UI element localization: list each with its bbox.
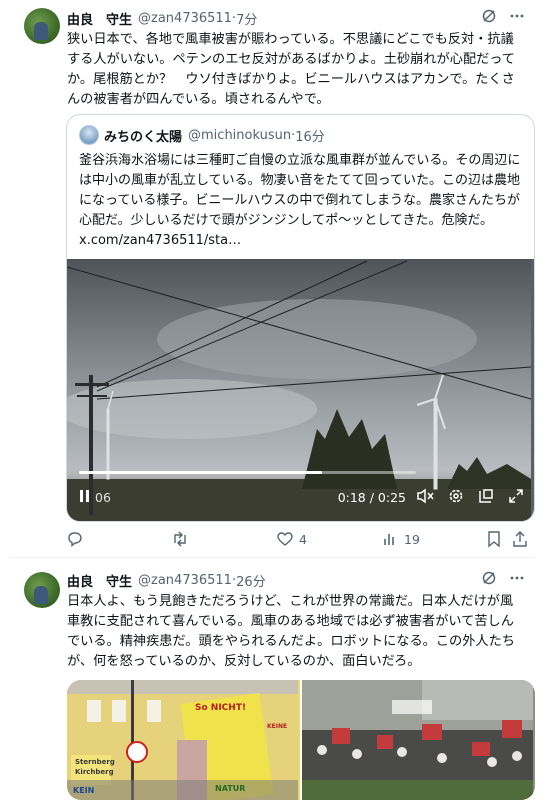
elapsed-time-fragment: 06 xyxy=(95,489,111,505)
post-text: 日本人よ、もう見飽きただろうけど、これが世界の常識だ。日本人だけが風車教に支配さ… xyxy=(67,594,515,669)
retweet-icon xyxy=(174,531,186,547)
fullscreen-icon[interactable] xyxy=(508,488,524,507)
more-icon[interactable] xyxy=(509,570,525,590)
photo-1-scene xyxy=(67,680,298,800)
retweet-button[interactable] xyxy=(171,530,194,548)
header-icons xyxy=(481,570,525,590)
views-button[interactable]: 19 xyxy=(381,530,420,548)
video-time: 0:18 / 0:25 xyxy=(337,489,406,505)
like-count: 4 xyxy=(299,531,307,547)
protest-photo-1[interactable]: So NICHT! NATUR KEIN KEINE Sternberg Kir… xyxy=(67,680,300,800)
post[interactable]: 由良 守生 @zan4736511 · 7分 狭い日本で、各地で風車被害が賑わっ… xyxy=(10,0,535,558)
quote-time: 16分 xyxy=(295,129,325,145)
post-text: 狭い日本で、各地で風車被害が賑わっている。不思議にどこでも反対・抗議する人がいな… xyxy=(67,32,515,107)
video-player[interactable]: 06 0:18 / 0:25 xyxy=(67,259,534,521)
bookmark-icon xyxy=(488,531,500,548)
author-handle[interactable]: @zan4736511 xyxy=(138,11,232,26)
picture-in-picture-icon[interactable] xyxy=(478,488,494,507)
author-avatar[interactable] xyxy=(24,8,60,44)
reply-button[interactable] xyxy=(66,530,89,548)
author-name[interactable]: 由良 守生 xyxy=(67,9,132,28)
quote-author-avatar xyxy=(79,125,99,145)
like-icon xyxy=(277,532,293,546)
post-header: 由良 守生 @zan4736511 · 7分 xyxy=(67,8,525,28)
settings-icon[interactable] xyxy=(448,488,464,507)
header-icons xyxy=(481,8,525,28)
sign-text: Kirchberg xyxy=(75,768,114,776)
grok-icon[interactable] xyxy=(481,8,497,28)
quoted-post[interactable]: みちのく太陽 @michinokusun · 16分 釜谷浜海水浴場には三種町ご… xyxy=(66,114,535,522)
reply-icon xyxy=(68,532,82,547)
mute-icon[interactable] xyxy=(416,488,434,507)
sign-text: NATUR xyxy=(215,784,246,793)
author-handle[interactable]: @zan4736511 xyxy=(138,573,232,588)
quote-author-name: みちのく太陽 xyxy=(104,129,183,145)
photo-2-scene xyxy=(302,680,533,800)
quote-text: 釜谷浜海水浴場には三種町ご自慢の立派な風車群が並んでいる。その周辺には中小の風車… xyxy=(79,153,521,248)
views-count: 19 xyxy=(404,531,420,547)
views-icon xyxy=(384,534,394,545)
video-progress-fill xyxy=(79,471,322,474)
sign-text: KEIN xyxy=(73,786,95,795)
sign-text: So NICHT! xyxy=(195,703,247,713)
more-icon[interactable] xyxy=(509,8,525,28)
action-bar: 4 19 xyxy=(66,528,531,550)
video-controls: 06 0:18 / 0:25 xyxy=(79,485,524,509)
sign-text: Sternberg xyxy=(75,758,115,766)
author-name[interactable]: 由良 守生 xyxy=(67,571,132,590)
bookmark-button[interactable] xyxy=(486,530,502,548)
video-frame xyxy=(67,259,531,521)
quote-header: みちのく太陽 @michinokusun · 16分 xyxy=(79,125,325,145)
share-icon xyxy=(513,531,527,547)
quote-author-handle: @michinokusun xyxy=(188,127,292,143)
author-avatar[interactable] xyxy=(24,572,60,608)
grok-icon[interactable] xyxy=(481,570,497,590)
video-control-icons xyxy=(416,488,524,507)
post[interactable]: 由良 守生 @zan4736511 · 26分 日本人よ、もう見飽きただろうけど… xyxy=(10,566,535,800)
post-time[interactable]: 7分 xyxy=(236,9,257,28)
pause-icon[interactable] xyxy=(79,489,91,506)
video-progress-bar[interactable] xyxy=(79,471,416,474)
post-media: So NICHT! NATUR KEIN KEINE Sternberg Kir… xyxy=(67,680,535,800)
share-button[interactable] xyxy=(512,530,528,548)
post-header: 由良 守生 @zan4736511 · 26分 xyxy=(67,570,525,590)
protest-photo-2[interactable] xyxy=(302,680,535,800)
like-button[interactable]: 4 xyxy=(276,530,307,548)
sign-text: KEINE xyxy=(267,723,288,730)
post-time[interactable]: 26分 xyxy=(236,571,266,590)
